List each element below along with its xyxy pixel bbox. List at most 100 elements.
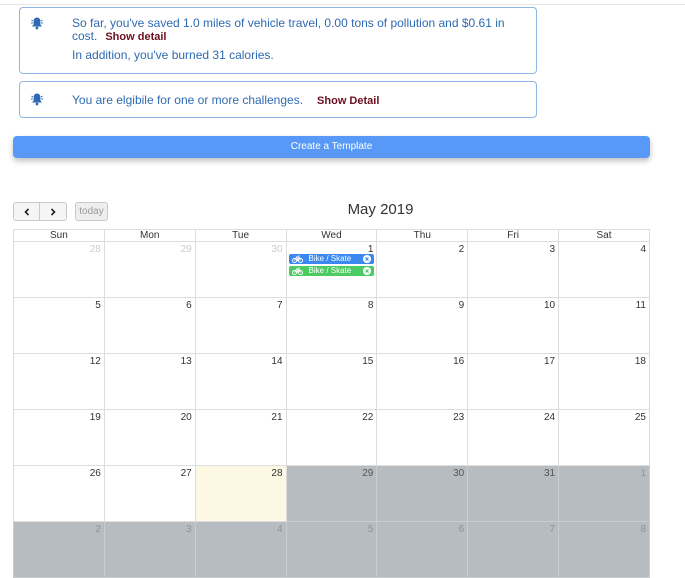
day-number: 6	[186, 300, 192, 311]
day-number: 9	[458, 300, 465, 311]
day-cell[interactable]: 24	[467, 409, 560, 466]
weekday-sat: Sat	[558, 229, 650, 242]
day-number: 7	[549, 524, 556, 535]
day-number: 17	[543, 356, 556, 367]
day-number: 23	[453, 412, 465, 423]
day-number: 11	[635, 300, 646, 311]
day-number: 7	[276, 300, 283, 311]
day-cell[interactable]: 23	[376, 409, 469, 466]
month-calendar: Sun Mon Tue Wed Thu Fri Sat 28 29 30 1 B…	[13, 229, 650, 578]
day-cell[interactable]: 7	[194, 297, 287, 354]
day-cell[interactable]: 16	[376, 353, 469, 410]
close-circle-icon[interactable]	[363, 267, 372, 275]
day-cell[interactable]: 7	[467, 521, 560, 578]
day-number: 29	[180, 244, 192, 255]
event-label: Bike / Skate	[308, 254, 352, 263]
day-number: 28	[89, 244, 101, 255]
day-cell[interactable]: 12	[13, 353, 105, 410]
day-number: 1	[640, 468, 646, 479]
day-cell[interactable]: 11	[558, 297, 650, 354]
day-number: 2	[95, 524, 101, 535]
close-circle-icon[interactable]	[363, 255, 372, 263]
week-row: 19 20 21 22 23 24 25	[13, 409, 650, 466]
day-cell[interactable]: 29	[285, 465, 378, 522]
day-cell[interactable]: 15	[285, 353, 378, 410]
day-cell[interactable]: 8	[285, 297, 378, 354]
day-number: 27	[180, 468, 192, 479]
day-cell[interactable]: 21	[194, 409, 287, 466]
savings-text-line2: cost. Show detail	[72, 30, 516, 44]
week-row: 12 13 14 15 16 17 18	[13, 353, 650, 410]
calories-text: In addition, you've burned 31 calories.	[72, 48, 274, 62]
top-divider	[0, 4, 685, 5]
day-number: 20	[180, 412, 192, 423]
day-cell[interactable]: 29	[103, 241, 196, 298]
day-number: 19	[89, 412, 101, 423]
calendar-event[interactable]: Bike / Skate	[288, 254, 375, 264]
day-cell[interactable]: 30	[194, 241, 287, 298]
day-number: 14	[271, 356, 283, 367]
day-cell[interactable]: 13	[103, 353, 196, 410]
savings-alert: So far, you've saved 1.0 miles of vehicl…	[19, 7, 537, 74]
day-cell[interactable]: 3	[103, 521, 196, 578]
week-row: 2 3 4 5 6 7 8	[13, 521, 650, 578]
day-cell[interactable]: 27	[103, 465, 196, 522]
day-cell[interactable]: 9	[376, 297, 469, 354]
day-cell[interactable]: 2	[376, 241, 469, 298]
challenges-text-row: You are elgibile for one or more challen…	[72, 94, 516, 108]
day-cell[interactable]: 14	[194, 353, 287, 410]
weekday-header-row: Sun Mon Tue Wed Thu Fri Sat	[13, 229, 650, 242]
today-cell[interactable]: 28	[194, 465, 287, 522]
bicycle-icon	[291, 267, 303, 275]
day-cell[interactable]: 1 Bike / Skate Bike / Skate	[285, 241, 378, 298]
day-cell[interactable]: 1	[558, 465, 650, 522]
savings-text-line1: So far, you've saved 1.0 miles of vehicl…	[72, 16, 505, 30]
day-cell[interactable]: 6	[103, 297, 196, 354]
day-number: 6	[458, 524, 465, 535]
day-cell[interactable]: 4	[558, 241, 650, 298]
day-number: 2	[458, 244, 465, 255]
day-number: 8	[367, 300, 374, 311]
day-cell[interactable]: 28	[13, 241, 105, 298]
day-cell[interactable]: 25	[558, 409, 650, 466]
day-number: 30	[271, 244, 283, 255]
show-detail-link[interactable]: Show detail	[105, 31, 166, 43]
day-number: 28	[271, 468, 283, 479]
day-cell[interactable]: 5	[13, 297, 105, 354]
day-number: 3	[549, 244, 556, 255]
day-number: 3	[186, 524, 192, 535]
day-cell[interactable]: 3	[467, 241, 560, 298]
day-cell[interactable]: 10	[467, 297, 560, 354]
day-cell[interactable]: 30	[376, 465, 469, 522]
day-number: 26	[89, 468, 101, 479]
weekday-wed: Wed	[285, 229, 378, 242]
show-challenge-detail-link[interactable]: Show Detail	[317, 95, 379, 107]
day-number: 29	[362, 468, 374, 479]
challenges-text: You are elgibile for one or more challen…	[72, 93, 304, 107]
weekday-fri: Fri	[467, 229, 560, 242]
day-number: 15	[362, 356, 374, 367]
day-cell[interactable]: 18	[558, 353, 650, 410]
day-cell[interactable]: 17	[467, 353, 560, 410]
calendar-title: May 2019	[347, 201, 414, 218]
calendar-event[interactable]: Bike / Skate	[288, 266, 375, 276]
day-cell[interactable]: 19	[13, 409, 105, 466]
day-cell[interactable]: 6	[376, 521, 469, 578]
day-cell[interactable]: 4	[194, 521, 287, 578]
week-row: 5 6 7 8 9 10 11	[13, 297, 650, 354]
create-template-button[interactable]: Create a Template	[13, 136, 650, 158]
day-cell[interactable]: 20	[103, 409, 196, 466]
day-cell[interactable]: 8	[558, 521, 650, 578]
day-cell[interactable]: 2	[13, 521, 105, 578]
day-number: 21	[271, 412, 283, 423]
day-number: 18	[634, 356, 646, 367]
weekday-sun: Sun	[13, 229, 105, 242]
day-cell[interactable]: 26	[13, 465, 105, 522]
day-cell[interactable]: 31	[467, 465, 560, 522]
day-number: 8	[640, 524, 646, 535]
day-number: 4	[640, 244, 646, 255]
bell-icon	[31, 17, 43, 30]
day-number: 25	[634, 412, 646, 423]
day-cell[interactable]: 5	[285, 521, 378, 578]
day-cell[interactable]: 22	[285, 409, 378, 466]
